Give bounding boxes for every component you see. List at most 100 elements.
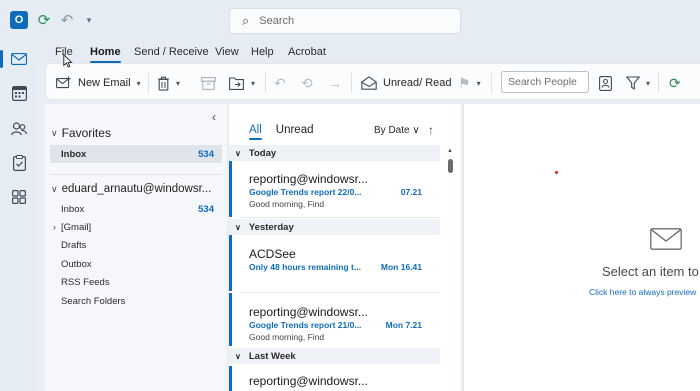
send-receive-all-button[interactable]: ⟳ (669, 72, 681, 94)
search-people-input[interactable]: Search People (501, 71, 589, 93)
mail-icon[interactable] (0, 48, 30, 70)
chevron-down-icon[interactable]: ▾ (137, 79, 141, 88)
reply-all-button[interactable]: ⟲ (301, 72, 313, 94)
address-book-button[interactable] (599, 72, 612, 94)
reading-pane-title: Select an item to (602, 264, 699, 279)
flag-icon: ⚑ (458, 74, 471, 91)
chevron-down-icon[interactable]: ▾ (251, 79, 255, 88)
archive-button[interactable] (201, 72, 216, 94)
new-email-button[interactable]: New Email ▾ (56, 72, 141, 94)
message-sender: reporting@windowsr... (249, 305, 368, 319)
apps-icon[interactable] (8, 186, 30, 208)
folder-search-folders[interactable]: Search Folders (50, 292, 222, 310)
folder-label: Inbox (61, 203, 85, 215)
unread-read-label: Unread/ Read (383, 77, 452, 89)
sort-by-date-button[interactable]: By Date ∨ (374, 125, 420, 136)
group-header-today[interactable]: ∨ Today (229, 145, 440, 161)
divider (241, 217, 440, 218)
folder-gmail[interactable]: › [Gmail] (50, 218, 222, 236)
reply-all-icon: ⟲ (301, 74, 313, 91)
ribbon-divider (658, 73, 659, 93)
forward-icon: → (328, 75, 342, 91)
message-filter-tabs: All Unread (249, 124, 314, 140)
chevron-down-icon[interactable]: ▾ (646, 79, 650, 88)
move-button[interactable]: ▾ (229, 72, 255, 94)
reply-button[interactable]: ↶ (274, 72, 286, 94)
envelope-icon (650, 228, 682, 250)
always-preview-link[interactable]: Click here to always preview (589, 287, 696, 297)
message-item[interactable]: reporting@windowsr... Google Trends repo… (229, 293, 440, 346)
divider (50, 174, 222, 175)
message-item[interactable]: reporting@windowsr... Google Trends repo… (229, 161, 440, 217)
tab-home[interactable]: Home (90, 46, 121, 63)
group-header-last-week[interactable]: ∨ Last Week (229, 348, 440, 364)
app-rail (0, 40, 38, 391)
customize-toolbar-icon[interactable]: ▾ (82, 11, 96, 29)
forward-button[interactable]: → (328, 72, 342, 94)
tab-send-receive[interactable]: Send / Receive (134, 46, 209, 58)
folder-outbox[interactable]: Outbox (50, 255, 222, 273)
tasks-icon[interactable] (8, 152, 30, 174)
tab-all[interactable]: All (249, 124, 262, 140)
group-label: Last Week (248, 350, 296, 362)
tab-unread[interactable]: Unread (276, 124, 314, 140)
collapse-pane-icon[interactable]: ‹ (212, 110, 216, 124)
folder-inbox[interactable]: Inbox 534 (50, 200, 222, 218)
favorites-header[interactable]: ∨ Favorites (51, 126, 111, 140)
chevron-down-icon: ∨ (235, 148, 241, 158)
search-input[interactable]: ⌕ Search (229, 8, 461, 34)
sync-icon[interactable]: ⟳ (36, 11, 52, 29)
message-subject: Google Trends report 21/0... (249, 320, 362, 330)
message-time: Mon 7.21 (385, 320, 422, 330)
folder-label: [Gmail] (61, 221, 92, 233)
account-header[interactable]: ∨ eduard_arnautu@windowsr... (51, 183, 211, 195)
message-sender: reporting@windowsr... (249, 172, 368, 186)
ribbon-divider (265, 73, 266, 93)
filter-icon (626, 76, 640, 90)
filter-button[interactable]: ▾ (626, 72, 650, 94)
group-header-yesterday[interactable]: ∨ Yesterday (229, 219, 440, 235)
message-item[interactable]: reporting@windowsr... (229, 366, 440, 391)
chevron-down-icon: ∨ (235, 222, 241, 232)
outlook-logo-icon: O (10, 11, 28, 29)
folder-label: Search Folders (61, 295, 126, 307)
folder-rss-feeds[interactable]: RSS Feeds (50, 273, 222, 291)
sync-icon: ⟳ (669, 74, 681, 91)
delete-icon (158, 76, 169, 91)
chevron-down-icon: ∨ (51, 127, 58, 138)
flag-button[interactable]: ⚑ ▾ (458, 72, 481, 94)
favorites-label: Favorites (61, 126, 111, 140)
tab-acrobat[interactable]: Acrobat (288, 46, 326, 58)
account-label: eduard_arnautu@windowsr... (61, 183, 212, 195)
unread-read-button[interactable]: Unread/ Read (361, 72, 452, 94)
scroll-up-arrow-icon[interactable]: ▲ (447, 148, 453, 154)
chevron-down-icon[interactable]: ▾ (176, 79, 180, 88)
unread-count: 534 (198, 203, 214, 215)
menu-bar: File Home Send / Receive View Help Acrob… (38, 40, 700, 64)
pointer-dot (555, 171, 558, 174)
people-icon[interactable] (8, 118, 30, 140)
tab-help[interactable]: Help (251, 46, 274, 58)
new-email-icon (56, 76, 71, 89)
scrollbar[interactable]: ▲ (447, 148, 455, 391)
chevron-down-icon[interactable]: ▾ (477, 79, 481, 88)
group-label: Yesterday (248, 221, 294, 233)
undo-icon[interactable]: ↶ (59, 11, 75, 29)
folder-drafts[interactable]: Drafts (50, 236, 222, 254)
scroll-thumb[interactable] (448, 159, 453, 173)
calendar-icon[interactable] (8, 82, 30, 104)
message-item[interactable]: ACDSee Only 48 hours remaining t... Mon … (229, 235, 440, 291)
folder-pane: ‹ ∨ Favorites Inbox 534 ∨ eduard_arnautu… (45, 104, 227, 391)
sort-direction-icon[interactable]: ↑ (428, 123, 434, 137)
message-subject: Only 48 hours remaining t... (249, 262, 361, 272)
ribbon-divider (351, 73, 352, 93)
chevron-right-icon[interactable]: › (53, 222, 56, 232)
message-sender: reporting@windowsr... (249, 374, 368, 388)
folder-label: RSS Feeds (61, 276, 110, 288)
address-book-icon (599, 75, 612, 91)
delete-button[interactable]: ▾ (157, 72, 180, 94)
archive-icon (201, 76, 216, 90)
favorites-inbox[interactable]: Inbox 534 (50, 145, 222, 163)
unread-count: 534 (198, 148, 214, 160)
tab-view[interactable]: View (215, 46, 239, 58)
